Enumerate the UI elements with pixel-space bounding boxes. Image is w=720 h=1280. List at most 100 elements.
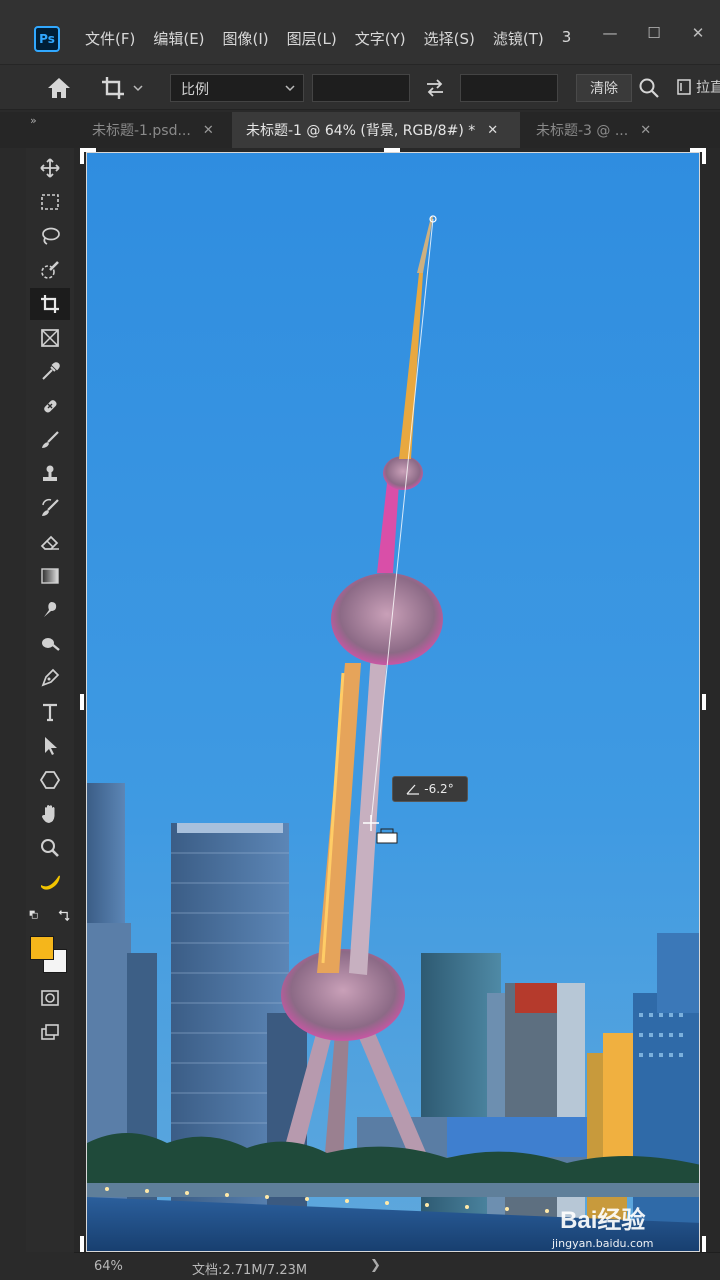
crop-icon — [102, 77, 124, 99]
straighten-button[interactable]: 拉直 — [676, 77, 720, 97]
crop-preset-picker[interactable] — [100, 73, 152, 103]
smudge-tool-icon — [44, 602, 57, 617]
tab-label: 未标题-1.psd... — [92, 123, 191, 139]
zoom-tool[interactable] — [30, 832, 70, 864]
menu-image[interactable]: 图像(I) — [214, 28, 278, 49]
banana-icon — [41, 875, 60, 890]
shape-tool[interactable] — [30, 764, 70, 796]
dodge-tool[interactable] — [30, 628, 70, 660]
marquee-tool[interactable] — [30, 186, 70, 218]
move-tool[interactable] — [30, 152, 70, 184]
swap-ratio-button[interactable] — [424, 78, 446, 98]
clone-stamp-icon — [43, 465, 57, 481]
angle-icon — [406, 784, 420, 795]
ratio-height-input[interactable] — [460, 74, 558, 102]
tab-document-active[interactable]: 未标题-1 @ 64% (背景, RGB/8#) * ✕ — [232, 112, 520, 148]
menu-filter[interactable]: 滤镜(T) — [484, 28, 553, 49]
foreground-color-swatch[interactable] — [30, 936, 54, 960]
type-tool-icon — [43, 703, 57, 722]
ratio-select-value: 比例 — [181, 82, 209, 98]
lasso-tool[interactable] — [30, 220, 70, 252]
status-bar: 64% 文档:2.71M/7.23M ❯ — [74, 1252, 720, 1280]
quick-mask-button[interactable] — [30, 982, 70, 1014]
gradient-tool[interactable] — [30, 560, 70, 592]
crop-handle-top[interactable] — [384, 148, 400, 152]
search-button[interactable] — [638, 77, 660, 99]
dodge-tool-icon — [42, 638, 60, 651]
collapse-panels-icon[interactable]: » — [30, 114, 37, 127]
angle-readout-tooltip: -6.2° — [392, 776, 468, 802]
eraser-tool[interactable] — [30, 526, 70, 558]
shape-tool-icon — [39, 771, 61, 789]
clone-stamp-tool[interactable] — [30, 458, 70, 490]
banana-tool[interactable] — [30, 866, 70, 898]
menu-items: 文件(F) 编辑(E) 图像(I) 图层(L) 文字(Y) 选择(S) 滤镜(T… — [76, 28, 580, 49]
clear-button[interactable]: 清除 — [576, 74, 632, 102]
document-image[interactable] — [86, 152, 700, 1252]
ratio-select[interactable]: 比例 — [170, 74, 304, 102]
lasso-tool-icon — [42, 227, 60, 245]
healing-brush-tool[interactable] — [30, 390, 70, 422]
menu-type[interactable]: 文字(Y) — [346, 28, 415, 49]
tab-document-1[interactable]: 未标题-1.psd... ✕ — [78, 112, 230, 148]
watermark: Bai经验 jingyan.baidu.com — [552, 1200, 654, 1250]
tab-document-3[interactable]: 未标题-3 @ ... ✕ — [522, 112, 672, 148]
chevron-down-icon — [285, 85, 295, 92]
eyedropper-tool[interactable] — [30, 356, 70, 388]
frame-tool[interactable] — [30, 322, 70, 354]
home-button[interactable] — [44, 75, 74, 101]
quick-select-tool-icon — [41, 261, 59, 279]
menu-3d[interactable]: 3 — [553, 28, 581, 49]
chevron-down-icon — [133, 85, 143, 92]
document-tab-bar: » 未标题-1.psd... ✕ 未标题-1 @ 64% (背景, RGB/8#… — [0, 112, 720, 148]
path-selection-tool[interactable] — [30, 730, 70, 762]
close-tab-icon[interactable]: ✕ — [487, 123, 498, 138]
default-colors-icon — [29, 910, 38, 919]
brush-tool[interactable] — [30, 424, 70, 456]
zoom-tool-icon — [41, 839, 59, 857]
screen-mode-button[interactable] — [30, 1016, 70, 1048]
close-window-button[interactable]: ✕ — [676, 16, 720, 50]
menu-select[interactable]: 选择(S) — [415, 28, 484, 49]
color-swap-controls[interactable] — [28, 906, 72, 928]
home-icon — [48, 78, 70, 98]
menu-edit[interactable]: 编辑(E) — [144, 28, 213, 49]
menu-file[interactable]: 文件(F) — [76, 28, 144, 49]
healing-brush-icon — [44, 400, 57, 413]
move-tool-icon — [40, 158, 60, 178]
hand-tool[interactable] — [30, 798, 70, 830]
zoom-level[interactable]: 64% — [94, 1259, 123, 1274]
menu-layer[interactable]: 图层(L) — [278, 28, 346, 49]
gradient-tool-icon — [41, 568, 59, 584]
screen-mode-icon — [41, 1024, 59, 1040]
swap-arrows-icon — [427, 79, 443, 97]
crop-handle-top-right-v[interactable] — [702, 148, 706, 164]
maximize-button[interactable]: ☐ — [632, 16, 676, 50]
crop-handle-bottom-right[interactable] — [702, 1236, 706, 1252]
minimize-button[interactable]: — — [588, 16, 632, 50]
crop-handle-left[interactable] — [80, 694, 84, 710]
watermark-brand: Bai经验 — [560, 1207, 646, 1234]
history-brush-tool[interactable] — [30, 492, 70, 524]
photoshop-logo[interactable]: Ps — [34, 26, 60, 52]
close-tab-icon[interactable]: ✕ — [640, 123, 651, 138]
crop-handle-top-left-v[interactable] — [80, 148, 84, 164]
crop-tool[interactable] — [30, 288, 70, 320]
watermark-url: jingyan.baidu.com — [552, 1237, 654, 1250]
crop-handle-bottom-left[interactable] — [80, 1236, 84, 1252]
eyedropper-tool-icon — [42, 362, 60, 380]
quick-select-tool[interactable] — [30, 254, 70, 286]
type-tool[interactable] — [30, 696, 70, 728]
straighten-label: 拉直 — [696, 80, 720, 96]
status-menu-arrow[interactable]: ❯ — [370, 1258, 381, 1273]
smudge-tool[interactable] — [30, 594, 70, 626]
history-brush-icon — [42, 498, 59, 516]
pen-tool-icon — [41, 668, 60, 687]
close-tab-icon[interactable]: ✕ — [203, 123, 214, 138]
crop-handle-right[interactable] — [702, 694, 706, 710]
pen-tool[interactable] — [30, 662, 70, 694]
swap-colors-icon — [58, 910, 70, 922]
document-size-info: 文档:2.71M/7.23M — [192, 1263, 308, 1278]
quick-mask-icon — [41, 990, 59, 1006]
ratio-width-input[interactable] — [312, 74, 410, 102]
